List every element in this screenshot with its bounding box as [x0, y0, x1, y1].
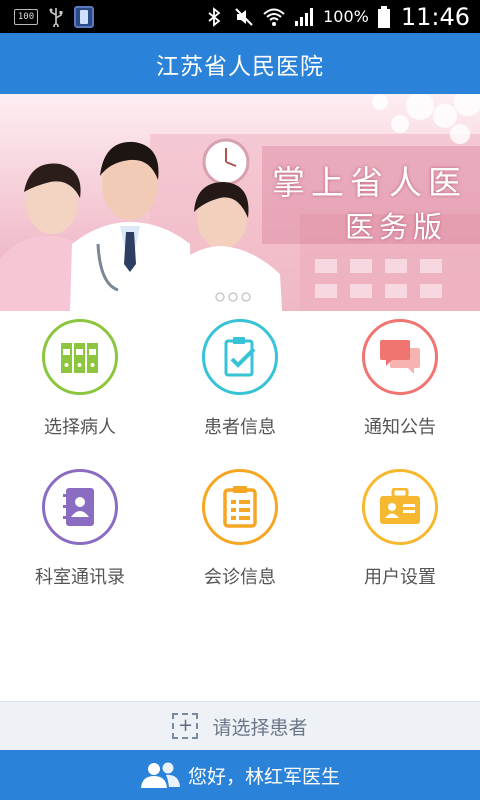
page-title: 江苏省人民医院 — [156, 53, 324, 80]
binders-icon — [42, 319, 118, 395]
menu-user-settings[interactable]: 用户设置 — [320, 461, 480, 611]
chat-bubbles-icon — [362, 319, 438, 395]
menu-grid: 选择病人 患者信息 通知公告 科室通讯录 会诊信息 用户设置 — [0, 311, 480, 701]
menu-patient-info[interactable]: 患者信息 — [160, 311, 320, 461]
bluetooth-icon — [208, 6, 221, 27]
hero-banner: 掌上省人医 医务版 — [0, 94, 480, 311]
menu-label: 科室通讯录 — [35, 567, 125, 588]
banner-subtitle: 医务版 — [345, 210, 448, 244]
status-bar: 100 100% 11:46 — [0, 0, 480, 33]
greeting-text: 您好，林红军医生 — [187, 765, 340, 788]
signal-icon — [295, 7, 314, 26]
menu-select-patient[interactable]: 选择病人 — [0, 311, 160, 461]
clipboard-check-icon — [202, 319, 278, 395]
clock: 11:46 — [400, 2, 470, 31]
menu-label: 用户设置 — [364, 567, 436, 588]
usb-icon — [49, 7, 63, 27]
address-book-icon — [42, 469, 118, 545]
banner-title: 掌上省人医 — [272, 163, 467, 202]
wifi-icon — [263, 8, 285, 26]
notification-count-icon: 100 — [14, 8, 38, 25]
select-patient-label: 请选择患者 — [212, 716, 308, 739]
menu-label: 选择病人 — [44, 417, 116, 438]
battery-icon — [377, 5, 390, 28]
menu-label: 会诊信息 — [204, 567, 276, 588]
app-notification-icon — [74, 5, 94, 28]
mute-icon — [235, 7, 253, 26]
menu-notices[interactable]: 通知公告 — [320, 311, 480, 461]
select-patient-bar[interactable]: + 请选择患者 — [0, 701, 480, 750]
id-card-icon — [362, 469, 438, 545]
checklist-icon — [202, 469, 278, 545]
battery-percent: 100% — [323, 7, 369, 26]
menu-directory[interactable]: 科室通讯录 — [0, 461, 160, 611]
users-icon — [140, 762, 180, 788]
menu-label: 患者信息 — [204, 417, 276, 438]
menu-label: 通知公告 — [364, 417, 436, 438]
add-icon: + — [172, 713, 199, 739]
footer-bar: 您好，林红军医生 — [0, 750, 480, 800]
header-bar: 江苏省人民医院 — [0, 33, 480, 94]
menu-consultation[interactable]: 会诊信息 — [160, 461, 320, 611]
